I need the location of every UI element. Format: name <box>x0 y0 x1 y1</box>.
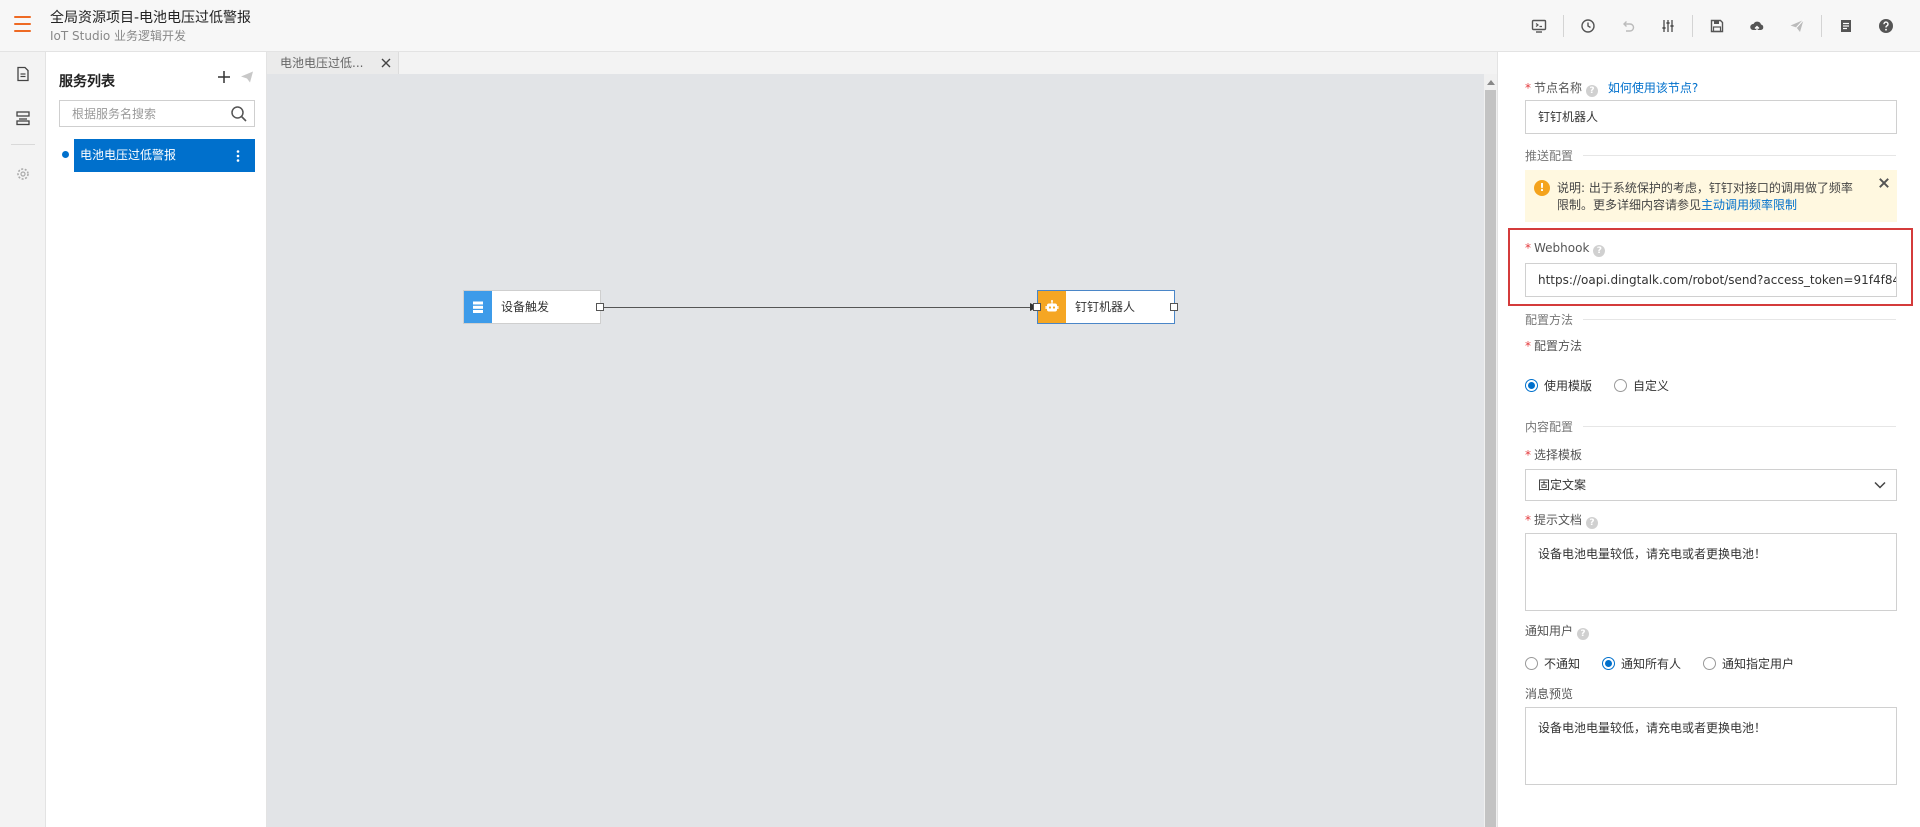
undo-icon[interactable] <box>1608 13 1648 39</box>
more-options-icon[interactable] <box>231 139 245 172</box>
template-label: * 选择模板 <box>1525 448 1583 462</box>
config-method-section: 配置方法 <box>1525 311 1896 328</box>
input-port[interactable] <box>1033 303 1041 311</box>
notify-user-label: 通知用户? <box>1525 622 1590 640</box>
radio-notify-specific[interactable]: 通知指定用户 <box>1703 655 1794 672</box>
history-icon[interactable] <box>1568 13 1608 39</box>
output-port[interactable] <box>596 303 604 311</box>
connection-edge[interactable] <box>604 307 1030 308</box>
tab-service[interactable]: 电池电压过低... <box>267 52 399 74</box>
prompt-doc-label: * 提示文档? <box>1525 511 1599 529</box>
close-icon[interactable] <box>1877 176 1891 190</box>
rate-limit-notice: ! 说明: 出于系统保护的考虑，钉钉对接口的调用做了频率限制。更多详细内容请参见… <box>1525 170 1897 222</box>
webhook-input[interactable]: https://oapi.dingtalk.com/robot/send?acc… <box>1525 263 1897 297</box>
chevron-down-icon <box>1874 481 1886 489</box>
robot-icon <box>1038 291 1066 323</box>
node-label: 设备触发 <box>501 300 550 314</box>
app-header: 全局资源项目-电池电压过低警报 IoT Studio 业务逻辑开发 <box>0 0 1920 52</box>
node-label: 钉钉机器人 <box>1075 300 1136 314</box>
help-icon: ? <box>1577 628 1590 640</box>
save-icon[interactable] <box>1697 13 1737 39</box>
node-dingtalk-robot[interactable]: 钉钉机器人 <box>1037 290 1175 324</box>
message-preview-box: 设备电池电量较低，请充电或者更换电池！ <box>1525 707 1897 785</box>
radio-no-notify[interactable]: 不通知 <box>1525 655 1580 672</box>
radio-custom[interactable]: 自定义 <box>1614 377 1669 394</box>
services-icon[interactable] <box>0 54 46 94</box>
toolbar-divider <box>1821 15 1822 37</box>
nav-rail <box>0 52 46 827</box>
help-icon: ? <box>1586 517 1599 529</box>
service-item-label: 电池电压过低警报 <box>80 148 177 162</box>
close-icon[interactable] <box>378 55 394 71</box>
help-icon: ? <box>1593 245 1606 257</box>
scroll-up-icon[interactable] <box>1487 80 1495 85</box>
service-list-item[interactable]: 电池电压过低警报 <box>74 139 255 172</box>
document-icon[interactable] <box>1826 13 1866 39</box>
radio-use-template[interactable]: 使用模版 <box>1525 377 1592 394</box>
node-device-trigger[interactable]: 设备触发 <box>463 290 601 324</box>
service-list-title: 服务列表 <box>59 74 115 90</box>
toolbar-divider <box>1563 15 1564 37</box>
search-icon[interactable] <box>230 105 248 123</box>
how-to-use-link[interactable]: 如何使用该节点? <box>1608 81 1698 95</box>
toolbar <box>1519 13 1906 39</box>
template-select[interactable]: 固定文案 <box>1525 469 1897 501</box>
editor-tab-bar: 电池电压过低... <box>267 52 1497 74</box>
page-title: 全局资源项目-电池电压过低警报 <box>50 10 252 26</box>
prompt-doc-textarea[interactable]: 设备电池电量较低，请充电或者更换电池！ <box>1525 533 1897 611</box>
warning-icon: ! <box>1534 180 1550 196</box>
service-list-panel: 服务列表 电池电压过低警报 <box>46 52 267 827</box>
rail-divider <box>11 144 35 145</box>
template-selected-value: 固定文案 <box>1538 478 1587 492</box>
config-method-radio-group: 使用模版 自定义 <box>1525 377 1691 393</box>
output-port[interactable] <box>1170 303 1178 311</box>
canvas-scrollbar[interactable] <box>1484 74 1497 827</box>
help-icon[interactable] <box>1866 13 1906 39</box>
flow-canvas[interactable] <box>267 74 1484 827</box>
node-name-input[interactable]: 钉钉机器人 <box>1525 100 1897 134</box>
node-properties-panel: * 节点名称? 如何使用该节点? 钉钉机器人 推送配置 ! 说明: 出于系统保护的… <box>1497 52 1920 827</box>
node-name-label: * 节点名称? 如何使用该节点? <box>1525 81 1699 97</box>
webhook-label: * Webhook? <box>1525 241 1606 257</box>
service-search-input[interactable] <box>60 101 220 126</box>
rate-limit-link[interactable]: 主动调用频率限制 <box>1701 198 1797 212</box>
deploy-cloud-icon[interactable] <box>1737 13 1777 39</box>
push-config-section: 推送配置 <box>1525 147 1896 164</box>
debug-icon[interactable] <box>1519 13 1559 39</box>
gear-icon[interactable] <box>0 154 46 194</box>
send-icon[interactable] <box>236 66 258 88</box>
publish-icon[interactable] <box>1777 13 1817 39</box>
config-method-label: * 配置方法 <box>1525 339 1583 353</box>
message-preview-label: 消息预览 <box>1525 687 1574 701</box>
page-subtitle: IoT Studio 业务逻辑开发 <box>50 29 187 43</box>
notify-user-radio-group: 不通知 通知所有人 通知指定用户 <box>1525 655 1816 671</box>
content-config-section: 内容配置 <box>1525 418 1896 435</box>
service-search <box>59 100 255 127</box>
settings-sliders-icon[interactable] <box>1648 13 1688 39</box>
tab-label: 电池电压过低... <box>280 56 364 70</box>
add-icon[interactable] <box>213 66 235 88</box>
help-icon: ? <box>1586 85 1599 97</box>
components-icon[interactable] <box>0 98 46 138</box>
scrollbar-thumb[interactable] <box>1485 90 1496 827</box>
active-status-dot <box>62 151 69 158</box>
radio-notify-all[interactable]: 通知所有人 <box>1602 655 1681 672</box>
device-trigger-icon <box>464 291 492 323</box>
toolbar-divider <box>1692 15 1693 37</box>
menu-icon[interactable] <box>14 16 31 32</box>
